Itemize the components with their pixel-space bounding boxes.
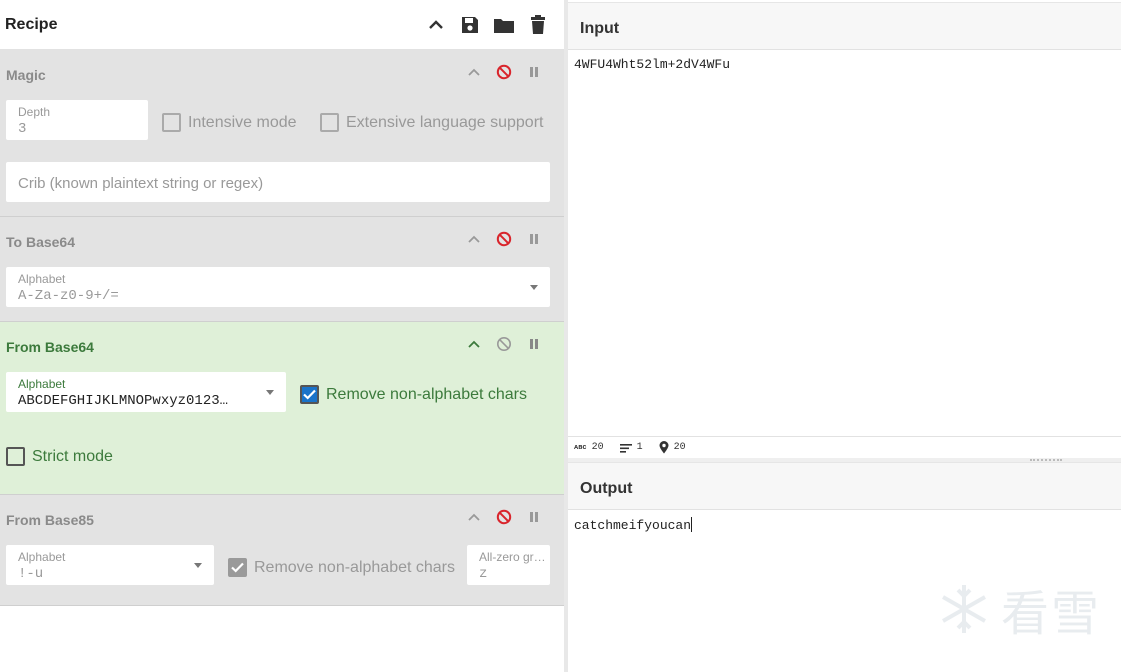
cursor-position: 20 [659, 441, 686, 454]
operation-controls [466, 336, 542, 352]
checkbox-box-checked[interactable] [300, 385, 319, 404]
all-zero-label: All-zero gr… [479, 550, 546, 564]
checkbox-label: Intensive mode [188, 113, 297, 131]
recipe-toolbar [425, 14, 549, 36]
checkbox-box-checked[interactable] [228, 558, 247, 577]
collapse-icon[interactable] [466, 231, 482, 247]
operation-title: From Base85 [6, 512, 94, 528]
checkbox-label: Remove non-alphabet chars [254, 558, 456, 576]
disable-icon[interactable] [496, 509, 512, 525]
watermark: 看雪 [937, 574, 1101, 644]
checkbox-label: Extensive language support [346, 113, 544, 131]
pause-icon[interactable] [526, 64, 542, 80]
output-textarea[interactable]: catchmeifyoucan [574, 517, 693, 533]
recipe-title: Recipe [5, 15, 58, 33]
crib-input[interactable]: Crib (known plaintext string or regex) [6, 162, 550, 202]
disable-icon[interactable] [496, 336, 512, 352]
collapse-icon[interactable] [466, 64, 482, 80]
location-pin-icon [659, 441, 669, 454]
checkbox-box[interactable] [162, 113, 181, 132]
pause-icon[interactable] [526, 336, 542, 352]
watermark-text: 看雪 [1000, 586, 1101, 642]
chevron-down-icon[interactable] [194, 563, 202, 568]
resize-grip-icon[interactable] [1030, 459, 1062, 461]
alphabet-value: A-Za-z0-9+/= [18, 288, 119, 304]
operation-title: Magic [6, 67, 46, 83]
disable-icon[interactable] [496, 64, 512, 80]
depth-field[interactable]: Depth 3 [6, 100, 148, 140]
snowflake-icon [941, 585, 986, 633]
collapse-icon[interactable] [466, 509, 482, 525]
depth-value: 3 [18, 121, 27, 137]
recipe-pane: Recipe Magic Depth 3 Intensive mode Exte… [0, 0, 564, 672]
pause-icon[interactable] [526, 231, 542, 247]
output-text: catchmeifyoucan [574, 518, 692, 533]
collapse-icon[interactable] [466, 336, 482, 352]
checkbox-label: Remove non-alphabet chars [326, 385, 528, 403]
crib-placeholder: Crib (known plaintext string or regex) [18, 175, 264, 192]
alphabet-select[interactable]: Alphabet ABCDEFGHIJKLMNOPwxyz0123… [6, 372, 286, 412]
checkbox-label: Strict mode [32, 447, 113, 465]
collapse-all-icon[interactable] [425, 14, 447, 36]
extensive-language-checkbox[interactable]: Extensive language support [320, 113, 543, 132]
chevron-down-icon[interactable] [266, 390, 274, 395]
alphabet-label: Alphabet [18, 272, 66, 286]
operation-controls [466, 509, 542, 525]
char-count-value: 20 [591, 442, 604, 453]
input-header: Input [568, 2, 1121, 50]
lines-icon [619, 443, 632, 453]
operation-controls [466, 64, 542, 80]
depth-label: Depth [18, 105, 51, 119]
alphabet-select[interactable]: Alphabet !-u [6, 545, 214, 585]
all-zero-value: z [479, 566, 488, 582]
remove-non-alphabet-checkbox[interactable]: Remove non-alphabet chars [300, 385, 527, 404]
disable-icon[interactable] [496, 231, 512, 247]
pause-icon[interactable] [526, 509, 542, 525]
intensive-mode-checkbox[interactable]: Intensive mode [162, 113, 297, 132]
line-count: 1 [619, 442, 643, 453]
cursor-position-value: 20 [673, 442, 686, 453]
remove-non-alphabet-checkbox[interactable]: Remove non-alphabet chars [228, 558, 455, 577]
operation-from-base85: From Base85 Alphabet !-u Remove non-alph… [0, 495, 564, 606]
checkbox-box[interactable] [6, 447, 25, 466]
alphabet-label: Alphabet [18, 377, 66, 391]
abc-icon: ᴀʙᴄ [574, 443, 587, 452]
folder-icon[interactable] [493, 14, 515, 36]
trash-icon[interactable] [527, 14, 549, 36]
output-header: Output [568, 462, 1121, 510]
checkbox-box[interactable] [320, 113, 339, 132]
operation-controls [466, 231, 542, 247]
io-pane: Input 4WFU4Wht52lm+2dV4WFu ᴀʙᴄ 20 1 20 O… [568, 0, 1121, 672]
operation-magic: Magic Depth 3 Intensive mode Extensive l… [0, 50, 564, 217]
line-count-value: 1 [636, 442, 643, 453]
operation-from-base64: From Base64 Alphabet ABCDEFGHIJKLMNOPwxy… [0, 322, 564, 495]
chevron-down-icon[interactable] [530, 285, 538, 290]
operation-title: From Base64 [6, 339, 94, 355]
alphabet-select[interactable]: Alphabet A-Za-z0-9+/= [6, 267, 550, 307]
char-count: ᴀʙᴄ 20 [574, 442, 604, 453]
operation-to-base64: To Base64 Alphabet A-Za-z0-9+/= [0, 217, 564, 322]
output-title: Output [580, 480, 633, 497]
recipe-header: Recipe [0, 0, 564, 50]
alphabet-value: !-u [18, 566, 44, 582]
operation-title: To Base64 [6, 234, 75, 250]
text-cursor [691, 517, 693, 532]
alphabet-label: Alphabet [18, 550, 66, 564]
alphabet-value: ABCDEFGHIJKLMNOPwxyz0123… [18, 393, 229, 409]
strict-mode-checkbox[interactable]: Strict mode [6, 447, 113, 466]
input-title: Input [580, 20, 620, 37]
input-textarea[interactable]: 4WFU4Wht52lm+2dV4WFu [574, 57, 730, 72]
all-zero-group-field[interactable]: All-zero gr… z [467, 545, 550, 585]
input-status-bar: ᴀʙᴄ 20 1 20 [568, 436, 1121, 458]
save-icon[interactable] [459, 14, 481, 36]
